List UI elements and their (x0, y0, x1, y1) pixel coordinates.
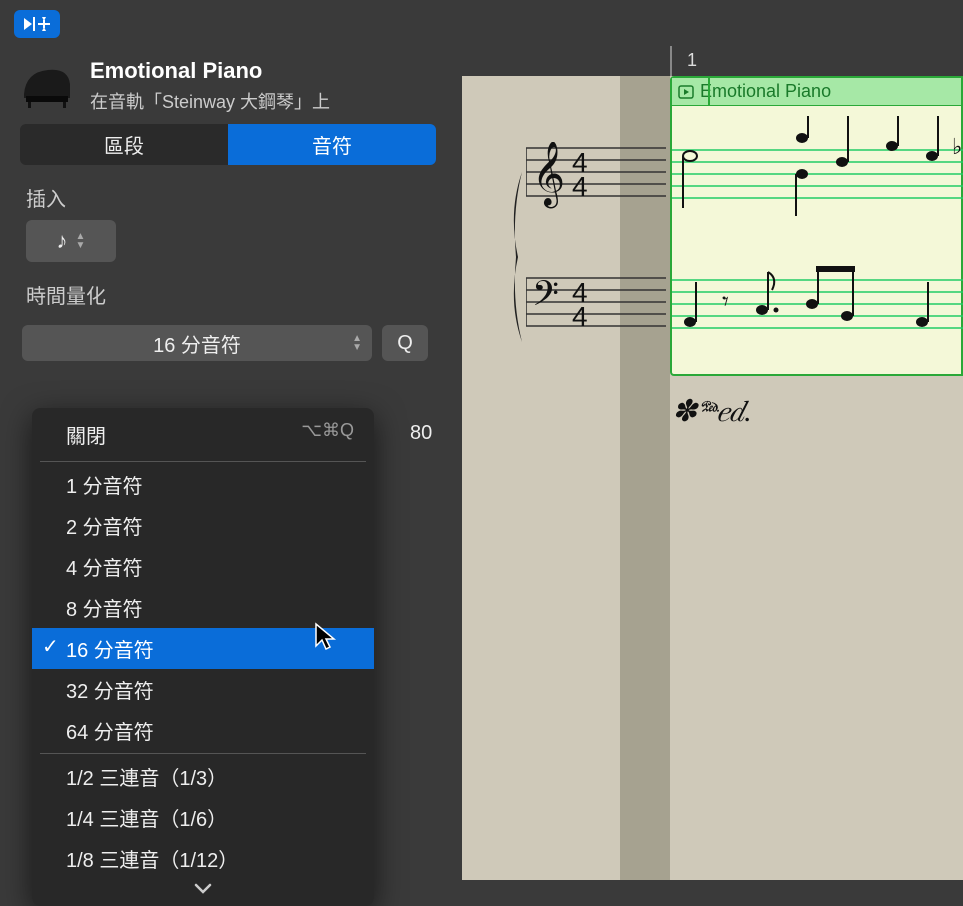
instrument-icon (20, 59, 74, 113)
treble-notes: ♭ (672, 116, 963, 226)
region-play-icon (678, 85, 694, 99)
quantize-select[interactable]: 16 分音符 ▲▼ (22, 325, 372, 361)
svg-text:4: 4 (572, 171, 588, 202)
region-header-bar[interactable]: Emotional Piano (672, 78, 961, 106)
ruler-tick (670, 46, 672, 76)
grand-staff-brace-icon (508, 172, 524, 342)
bass-notes: 𝄾 (672, 246, 963, 336)
catch-playhead-icon (22, 15, 52, 33)
menu-item[interactable]: 1 分音符 (32, 464, 374, 505)
stepper-icon: ▲▼ (76, 232, 86, 250)
menu-item[interactable]: 16 分音符 (32, 628, 374, 669)
quantize-current-value: 16 分音符 (153, 329, 241, 358)
menu-item[interactable]: 4 分音符 (32, 546, 374, 587)
region-name-label: Emotional Piano (700, 81, 831, 102)
menu-item-off[interactable]: 關閉 (66, 420, 106, 449)
midi-region[interactable]: Emotional Piano ♭ 𝄾 (670, 76, 963, 376)
strength-value[interactable]: 80 (410, 422, 432, 445)
menu-shortcut: ⌥⌘Q (301, 420, 354, 449)
score-editor[interactable]: 1 𝄞 4 4 𝄢 4 4 (462, 46, 963, 880)
menu-item[interactable]: 64 分音符 (32, 710, 374, 751)
svg-text:𝄾: 𝄾 (722, 286, 729, 316)
menu-item[interactable]: 2 分音符 (32, 505, 374, 546)
score-left-gutter: 𝄞 4 4 𝄢 4 4 (462, 76, 670, 880)
svg-text:♭: ♭ (952, 134, 962, 159)
quantize-menu: 關閉 ⌥⌘Q 1 分音符2 分音符4 分音符8 分音符16 分音符32 分音符6… (32, 408, 374, 906)
treble-staff: 𝄞 4 4 (526, 142, 666, 212)
menu-separator (40, 753, 366, 754)
insert-note-value-button[interactable]: ♪ ▲▼ (26, 220, 116, 262)
menu-item[interactable]: 1/2 三連音（1/3） (32, 756, 374, 797)
region-subtitle: 在音軌「Steinway 大鋼琴」上 (90, 88, 330, 114)
quantize-apply-button[interactable]: Q (382, 325, 428, 361)
menu-group-a: 1 分音符2 分音符4 分音符8 分音符16 分音符32 分音符64 分音符 (32, 464, 374, 751)
ruler-bar-number: 1 (687, 50, 697, 71)
tab-region[interactable]: 區段 (20, 124, 228, 165)
treble-clef-icon: 𝄞 (532, 142, 565, 208)
menu-group-b: 1/2 三連音（1/3）1/4 三連音（1/6）1/8 三連音（1/12） (32, 756, 374, 879)
menu-item[interactable]: 32 分音符 (32, 669, 374, 710)
pedal-marking: ✽𝆮𝑒𝑑. (672, 394, 752, 429)
bass-staff: 𝄢 4 4 (526, 272, 666, 342)
bass-clef-icon: 𝄢 (532, 274, 559, 321)
catch-playhead-button[interactable] (14, 10, 60, 38)
region-title: Emotional Piano (90, 58, 330, 84)
menu-separator (40, 461, 366, 462)
bar-ruler[interactable]: 1 (462, 46, 963, 76)
chevron-down-icon (194, 881, 212, 895)
stepper-icon: ▲▼ (352, 334, 362, 352)
menu-item[interactable]: 1/8 三連音（1/12） (32, 838, 374, 879)
menu-item[interactable]: 1/4 三連音（1/6） (32, 797, 374, 838)
menu-more-button[interactable] (32, 879, 374, 906)
eighth-note-icon: ♪ (57, 228, 68, 254)
menu-item[interactable]: 8 分音符 (32, 587, 374, 628)
tab-notes[interactable]: 音符 (228, 124, 436, 165)
svg-text:4: 4 (572, 301, 588, 332)
